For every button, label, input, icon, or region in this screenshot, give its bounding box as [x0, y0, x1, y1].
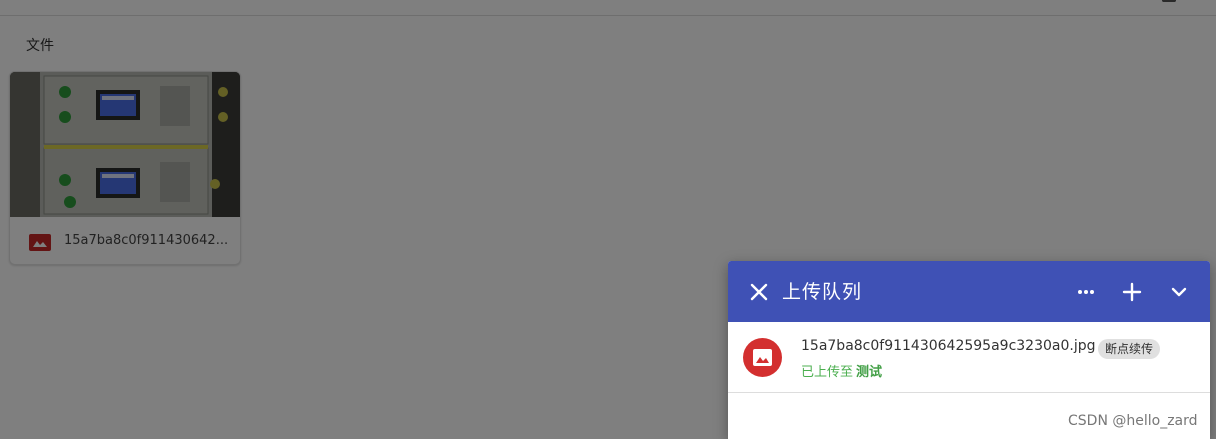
upload-destination[interactable]: 测试 — [856, 365, 882, 380]
more-button[interactable] — [1073, 279, 1099, 305]
upload-item[interactable]: 15a7ba8c0f911430642595a9c3230a0.jpg 断点续传… — [728, 322, 1210, 393]
add-button[interactable] — [1119, 279, 1145, 305]
upload-queue-header: 上传队列 — [728, 261, 1210, 322]
status-prefix: 已上传至 — [801, 365, 854, 380]
resume-badge: 断点续传 — [1098, 339, 1161, 359]
panel-title: 上传队列 — [782, 281, 863, 303]
watermark: CSDN @hello_zard — [1068, 413, 1198, 429]
more-horizontal-icon — [1078, 290, 1094, 294]
upload-status: 已上传至 测试 — [801, 361, 882, 380]
close-button[interactable] — [748, 279, 770, 303]
image-icon — [743, 338, 782, 377]
collapse-button[interactable] — [1166, 279, 1192, 305]
plus-icon — [1122, 282, 1142, 302]
upload-file-name: 15a7ba8c0f911430642595a9c3230a0.jpg — [801, 338, 1096, 354]
chevron-down-icon — [1171, 287, 1187, 297]
close-icon — [750, 283, 768, 301]
